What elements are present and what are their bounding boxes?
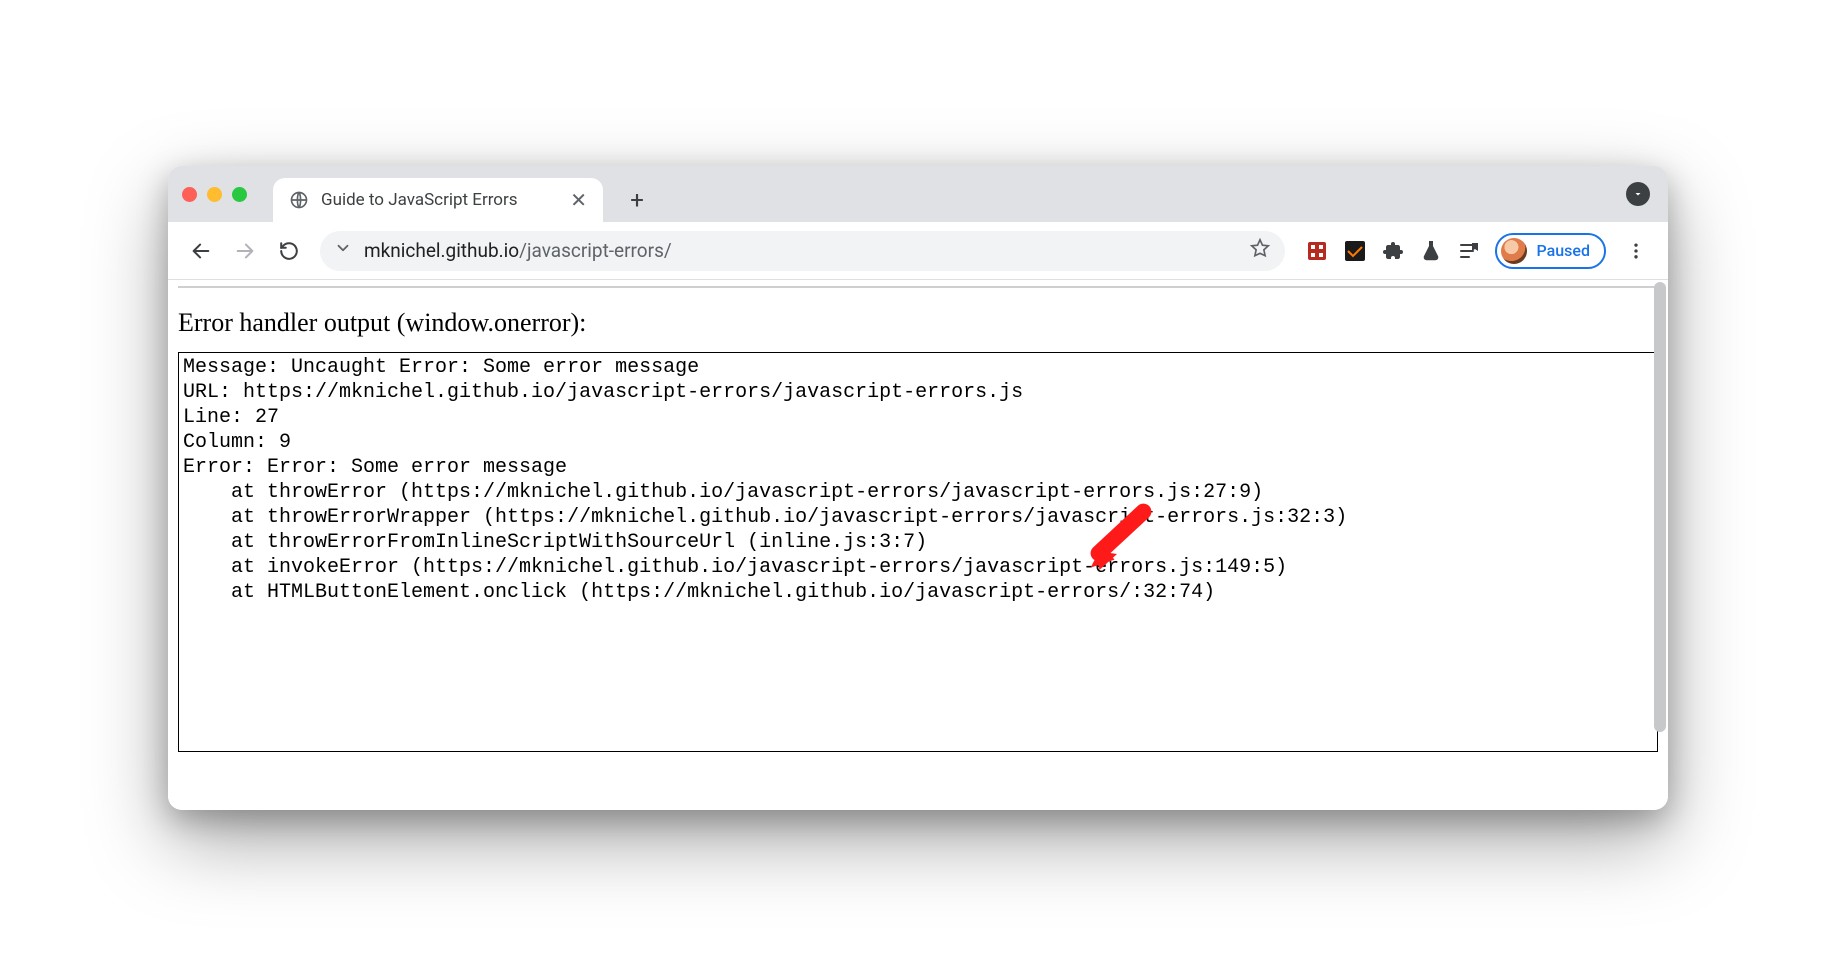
bookmark-button[interactable] xyxy=(1249,237,1271,264)
active-tab[interactable]: Guide to JavaScript Errors ✕ xyxy=(273,178,603,222)
extension-2-icon[interactable] xyxy=(1343,239,1367,263)
reading-list-icon[interactable] xyxy=(1457,239,1481,263)
divider xyxy=(178,286,1658,288)
site-info-button[interactable] xyxy=(334,239,352,262)
tab-strip: Guide to JavaScript Errors ✕ + xyxy=(168,166,1668,222)
profile-label: Paused xyxy=(1537,241,1590,260)
labs-flask-icon[interactable] xyxy=(1419,239,1443,263)
url-text: mknichel.github.io/javascript-errors/ xyxy=(364,239,1237,262)
close-tab-button[interactable]: ✕ xyxy=(570,188,587,212)
minimize-window-button[interactable] xyxy=(207,187,222,202)
url-host: mknichel.github.io xyxy=(364,239,519,262)
globe-icon xyxy=(289,190,309,210)
extension-1-icon[interactable] xyxy=(1305,239,1329,263)
maximize-window-button[interactable] xyxy=(232,187,247,202)
tab-search-button[interactable] xyxy=(1626,182,1650,206)
close-window-button[interactable] xyxy=(182,187,197,202)
page-heading: Error handler output (window.onerror): xyxy=(178,308,1658,338)
vertical-scrollbar[interactable] xyxy=(1654,282,1666,808)
profile-chip[interactable]: Paused xyxy=(1495,233,1606,269)
omnibox[interactable]: mknichel.github.io/javascript-errors/ xyxy=(320,231,1285,271)
extension-icons xyxy=(1297,239,1489,263)
avatar xyxy=(1501,238,1527,264)
page-content: Error handler output (window.onerror): M… xyxy=(168,280,1668,810)
extensions-puzzle-icon[interactable] xyxy=(1381,239,1405,263)
reload-button[interactable] xyxy=(270,232,308,270)
menu-button[interactable] xyxy=(1618,233,1654,269)
scrollbar-thumb[interactable] xyxy=(1654,282,1666,732)
tab-title: Guide to JavaScript Errors xyxy=(321,190,518,210)
window-controls xyxy=(182,166,273,222)
error-output-box: Message: Uncaught Error: Some error mess… xyxy=(178,352,1658,752)
url-path: /javascript-errors/ xyxy=(519,239,672,262)
forward-button[interactable] xyxy=(226,232,264,270)
back-button[interactable] xyxy=(182,232,220,270)
new-tab-button[interactable]: + xyxy=(619,182,655,218)
browser-window: Guide to JavaScript Errors ✕ + mknichel.… xyxy=(168,166,1668,810)
toolbar: mknichel.github.io/javascript-errors/ xyxy=(168,222,1668,280)
